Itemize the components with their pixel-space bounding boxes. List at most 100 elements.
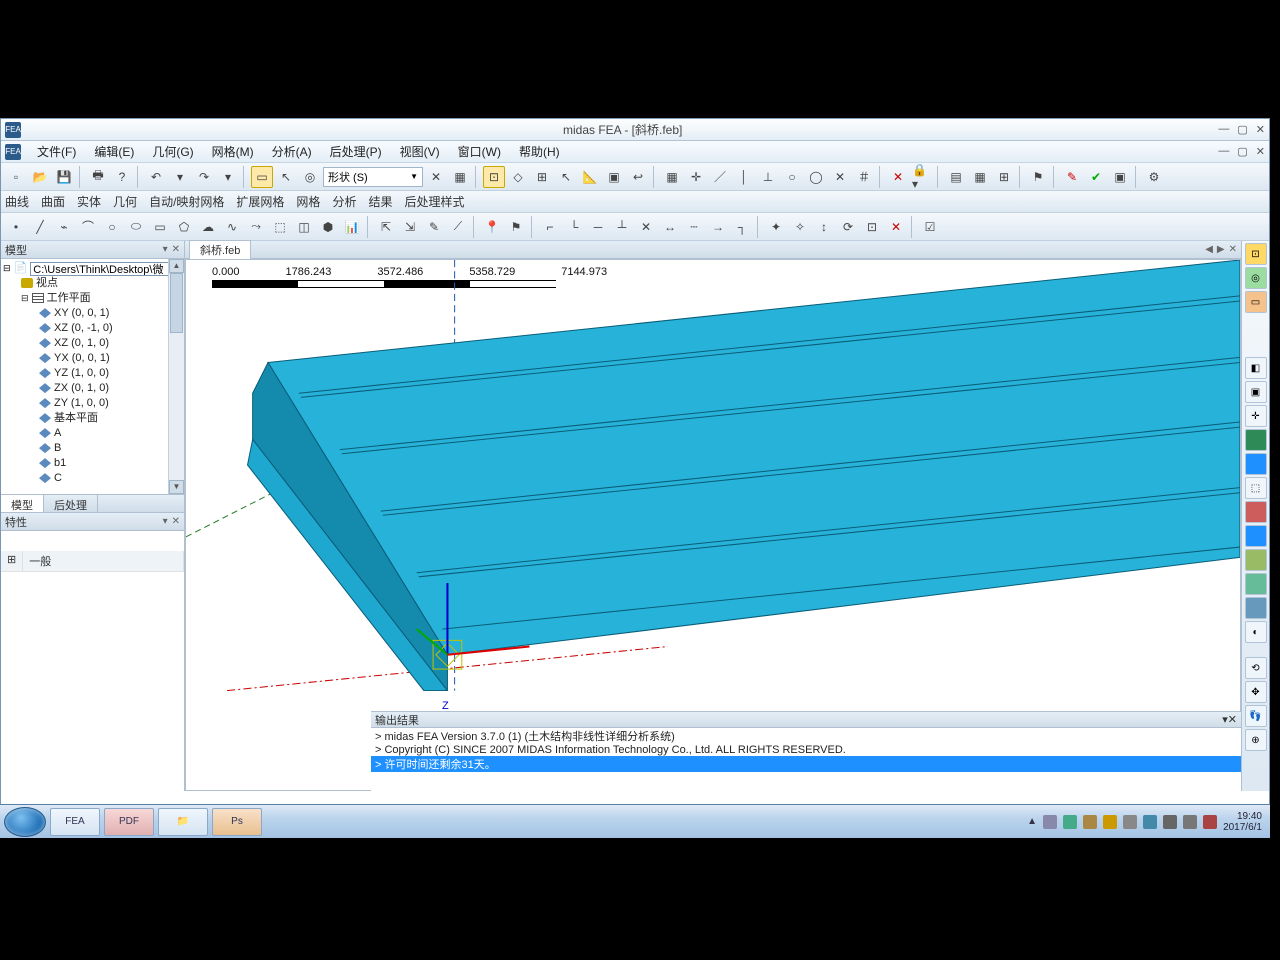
print-button[interactable]: 🖶 — [87, 166, 109, 188]
snap-button[interactable]: ⊡ — [483, 166, 505, 188]
bez-button[interactable]: ⤳ — [245, 216, 267, 238]
menu-bar[interactable]: FEA 文件(F) 编辑(E) 几何(G) 网格(M) 分析(A) 后处理(P)… — [1, 141, 1269, 163]
walk-button[interactable]: 👣 — [1245, 705, 1267, 727]
tool-b-button[interactable]: ✔ — [1085, 166, 1107, 188]
tray-icon-7[interactable] — [1163, 815, 1177, 829]
output-header[interactable]: 输出结果 ▾✕ — [371, 712, 1241, 728]
tray-icon-9[interactable] — [1203, 815, 1217, 829]
system-tray[interactable]: ▲ 19:40 2017/6/1 — [1027, 811, 1270, 833]
taskbar-app-explorer[interactable]: 📁 — [158, 808, 208, 836]
scroll-up-icon[interactable]: ▲ — [169, 259, 184, 273]
taskbar-app-fea[interactable]: FEA — [50, 808, 100, 836]
spline-button[interactable]: ∿ — [221, 216, 243, 238]
scroll-thumb[interactable] — [170, 273, 183, 333]
dim8-button[interactable]: → — [707, 216, 729, 238]
mod2-button[interactable]: ✧ — [789, 216, 811, 238]
cursor-button[interactable]: ↖ — [555, 166, 577, 188]
dim3-button[interactable]: ─ — [587, 216, 609, 238]
tab-model[interactable]: 模型 — [1, 495, 44, 512]
open-button[interactable]: 📂 — [29, 166, 51, 188]
menu-geometry[interactable]: 几何(G) — [148, 141, 197, 162]
mod3-button[interactable]: ↕ — [813, 216, 835, 238]
vline-button[interactable]: │ — [733, 166, 755, 188]
solid1-button[interactable]: ⬚ — [269, 216, 291, 238]
start-button[interactable] — [4, 807, 46, 837]
tab-post[interactable]: 后处理 — [44, 495, 98, 512]
taskbar-app-pdf[interactable]: PDF — [104, 808, 154, 836]
tool-c-button[interactable]: ▣ — [1109, 166, 1131, 188]
menu-analysis[interactable]: 分析(A) — [268, 141, 316, 162]
maximize-button[interactable]: ▢ — [1237, 123, 1247, 136]
cross-button[interactable]: ✕ — [829, 166, 851, 188]
plane-zy[interactable]: ZY (1, 0, 0) — [54, 397, 109, 409]
tab-automesh[interactable]: 自动/映射网格 — [149, 193, 224, 210]
zoom-win-button[interactable]: ▭ — [1245, 291, 1267, 313]
tab-next-icon[interactable]: ▶ — [1217, 244, 1225, 255]
menu-post[interactable]: 后处理(P) — [326, 141, 386, 162]
property-panel-header[interactable]: 特性 ▾✕ — [1, 513, 184, 531]
panel-close-icon[interactable]: ✕ — [172, 244, 180, 255]
doc-close-button[interactable]: ✕ — [1256, 145, 1265, 158]
menu-edit[interactable]: 编辑(E) — [90, 141, 138, 162]
menu-window[interactable]: 窗口(W) — [454, 141, 505, 162]
ext4-button[interactable]: ⟋ — [447, 216, 469, 238]
delete-button[interactable]: ✕ — [887, 166, 909, 188]
tab-curve[interactable]: 曲线 — [5, 193, 29, 210]
wire-view-button[interactable]: ⬚ — [1245, 477, 1267, 499]
solid-view-button[interactable] — [1245, 429, 1267, 451]
tab-mesh[interactable]: 网格 — [296, 193, 320, 210]
dim5-button[interactable]: ✕ — [635, 216, 657, 238]
pick-button[interactable]: ↖ — [275, 166, 297, 188]
axis-toggle-button[interactable]: ✛ — [685, 166, 707, 188]
output-body[interactable]: > midas FEA Version 3.7.0 (1) (土木结构非线性详细… — [371, 728, 1241, 792]
back-button[interactable]: ↩ — [627, 166, 649, 188]
ring-button[interactable]: ◯ — [805, 166, 827, 188]
axis-view-button[interactable]: ✛ — [1245, 405, 1267, 427]
prop-pin-icon[interactable]: ▾ — [163, 516, 168, 527]
tray-icon-5[interactable] — [1123, 815, 1137, 829]
plane-b1[interactable]: b1 — [54, 457, 66, 469]
title-bar[interactable]: FEA midas FEA - [斜桥.feb] — ▢ ✕ — [1, 119, 1269, 141]
tab-analysis[interactable]: 分析 — [332, 193, 356, 210]
view-a-button[interactable] — [1245, 549, 1267, 571]
plane-yx[interactable]: YX (0, 0, 1) — [54, 352, 110, 364]
plane-yz[interactable]: YZ (1, 0, 0) — [54, 367, 109, 379]
tab-surface[interactable]: 曲面 — [41, 193, 65, 210]
dim2-button[interactable]: └ — [563, 216, 585, 238]
tab-close-icon[interactable]: ✕ — [1229, 244, 1237, 255]
scroll-down-icon[interactable]: ▼ — [169, 480, 184, 494]
plane-base[interactable]: 基本平面 — [54, 412, 98, 424]
tray-icon-3[interactable] — [1083, 815, 1097, 829]
tree-workplane[interactable]: 工作平面 — [47, 292, 91, 304]
tab-poststyle[interactable]: 后处理样式 — [404, 193, 464, 210]
perp-button[interactable]: ⊥ — [757, 166, 779, 188]
undo-down-icon[interactable]: ▾ — [169, 166, 191, 188]
menu-help[interactable]: 帮助(H) — [515, 141, 564, 162]
flag-button[interactable]: ⚑ — [505, 216, 527, 238]
plane-b[interactable]: B — [54, 442, 61, 454]
help-button[interactable]: ? — [111, 166, 133, 188]
undo-button[interactable]: ↶ — [145, 166, 167, 188]
taskbar-clock[interactable]: 19:40 2017/6/1 — [1223, 811, 1262, 833]
dim4-button[interactable]: ┴ — [611, 216, 633, 238]
plane-a[interactable]: A — [54, 427, 61, 439]
menu-view[interactable]: 视图(V) — [396, 141, 444, 162]
run-button[interactable]: ⚑ — [1027, 166, 1049, 188]
view-d-button[interactable]: ◐ — [1245, 621, 1267, 643]
circle-button[interactable]: ○ — [781, 166, 803, 188]
prop-group-general[interactable]: 一般 — [23, 551, 184, 571]
tray-volume-icon[interactable] — [1183, 815, 1197, 829]
model-panel-header[interactable]: 模型 ▾✕ — [1, 241, 184, 259]
file-path-field[interactable] — [30, 262, 178, 276]
rect-button[interactable]: ▭ — [149, 216, 171, 238]
mod4-button[interactable]: ⟳ — [837, 216, 859, 238]
table2-button[interactable]: ▦ — [969, 166, 991, 188]
tray-up-icon[interactable]: ▲ — [1027, 816, 1037, 827]
filter-button[interactable]: ▦ — [449, 166, 471, 188]
ellipse-button[interactable]: ⬭ — [125, 216, 147, 238]
tab-geometry[interactable]: 几何 — [113, 193, 137, 210]
polyline-button[interactable]: ⌁ — [53, 216, 75, 238]
redo-button[interactable]: ↷ — [193, 166, 215, 188]
view-b-button[interactable] — [1245, 573, 1267, 595]
tab-prev-icon[interactable]: ◀ — [1205, 244, 1213, 255]
